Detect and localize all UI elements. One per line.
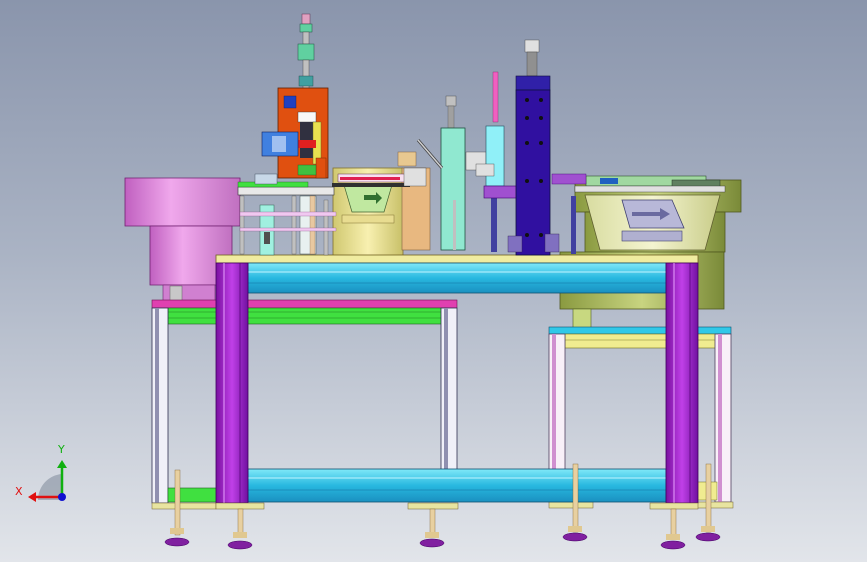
- coordinate-triad: [28, 460, 67, 502]
- navy-tower[interactable]: [507, 39, 560, 256]
- y-axis-label: Y: [58, 443, 65, 456]
- press-cylinder-assembly[interactable]: [261, 13, 329, 179]
- foot-2: [227, 508, 253, 550]
- foot-5: [660, 508, 686, 550]
- foot-3: [419, 508, 445, 548]
- press-support-posts: [239, 195, 337, 256]
- right-feeder-bowl[interactable]: [559, 175, 742, 330]
- x-axis-label: X: [15, 485, 23, 498]
- cad-viewport[interactable]: X Y: [0, 0, 867, 562]
- machine-assembly-view: [28, 13, 742, 550]
